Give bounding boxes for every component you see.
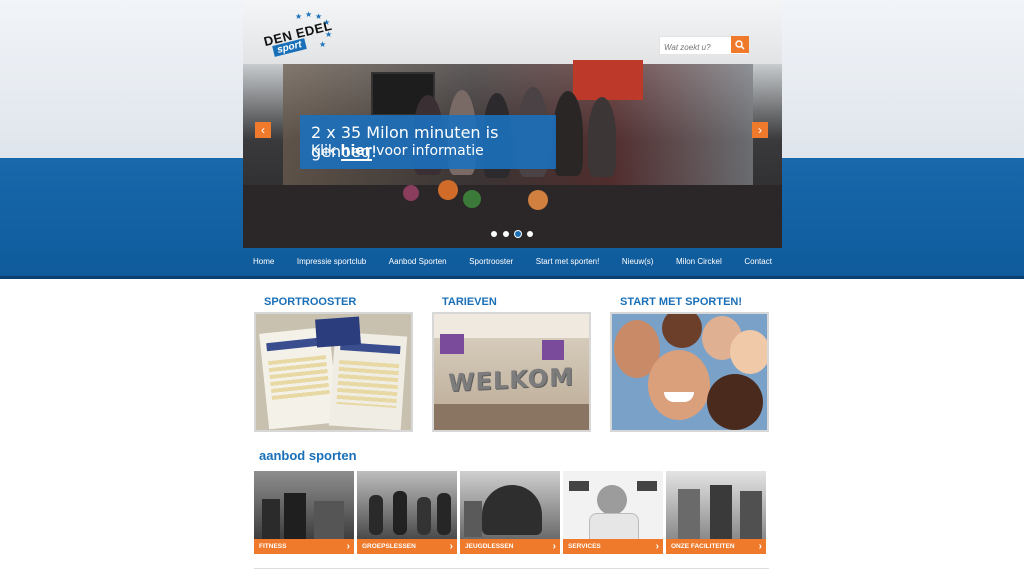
feature-title: TARIEVEN xyxy=(442,296,497,308)
feature-title: SPORTROOSTER xyxy=(264,296,357,308)
chevron-right-icon: › xyxy=(758,541,762,552)
tile-services[interactable]: SERVICES › xyxy=(563,471,663,554)
slider-dot-4[interactable] xyxy=(527,231,533,237)
aanbod-heading: aanbod sporten xyxy=(259,448,357,463)
feature-title: START MET SPORTEN! xyxy=(620,296,743,308)
nav-aanbod-sporten[interactable]: Aanbod Sporten xyxy=(389,257,447,271)
slider-dot-3-active[interactable] xyxy=(515,231,521,237)
tile-groepslessen[interactable]: GROEPSLESSEN › xyxy=(357,471,457,554)
slider-next-button[interactable]: › xyxy=(752,122,768,138)
feature-tarieven[interactable]: TARIEVEN WELKOM xyxy=(432,296,591,432)
nav-start-met-sporten[interactable]: Start met sporten! xyxy=(536,257,600,271)
chevron-left-icon: ‹ xyxy=(261,123,265,137)
tile-image xyxy=(357,471,457,539)
hero-slider[interactable]: ★ ★ ★ ★ ★ ★ DEN EDEL sport ‹ › 2 x 3 xyxy=(243,0,782,248)
chevron-right-icon: › xyxy=(655,541,659,552)
star-icon: ★ xyxy=(295,12,303,21)
feature-image-schedule[interactable] xyxy=(254,312,413,432)
search-box xyxy=(659,36,749,55)
page-container: ★ ★ ★ ★ ★ ★ DEN EDEL sport ‹ › 2 x 3 xyxy=(243,0,782,578)
tile-label: ONZE FACILITEITEN › xyxy=(666,539,766,554)
slider-dot-1[interactable] xyxy=(491,231,497,237)
feature-image-smiling-group[interactable] xyxy=(610,312,769,432)
tile-onze-faciliteiten[interactable]: ONZE FACILITEITEN › xyxy=(666,471,766,554)
tile-label: JEUGDLESSEN › xyxy=(460,539,560,554)
nav-nieuws[interactable]: Nieuw(s) xyxy=(622,257,654,271)
slider-dots xyxy=(491,231,533,237)
chevron-right-icon: › xyxy=(758,123,762,137)
chevron-right-icon: › xyxy=(449,541,453,552)
star-icon: ★ xyxy=(305,10,313,19)
den-edel-logo[interactable]: ★ ★ ★ ★ ★ ★ DEN EDEL sport xyxy=(257,8,337,57)
tile-label: SERVICES › xyxy=(563,539,663,554)
tile-fitness[interactable]: FITNESS › xyxy=(254,471,354,554)
search-input[interactable] xyxy=(660,40,734,55)
tile-image xyxy=(666,471,766,539)
main-navigation: Home Impressie sportclub Aanbod Sporten … xyxy=(243,257,782,271)
search-button[interactable] xyxy=(731,36,749,53)
nav-contact[interactable]: Contact xyxy=(744,257,772,271)
caption-link-hier[interactable]: hier xyxy=(340,143,372,161)
chevron-right-icon: › xyxy=(346,541,350,552)
footer-divider xyxy=(254,568,769,569)
caption-subline: Klik hier voor informatie xyxy=(311,143,484,161)
feature-sportrooster[interactable]: SPORTROOSTER xyxy=(254,296,413,432)
slider-caption[interactable]: 2 x 35 Milon minuten is genoeg! Klik hie… xyxy=(300,115,556,169)
nav-sportrooster[interactable]: Sportrooster xyxy=(469,257,513,271)
nav-home[interactable]: Home xyxy=(253,257,274,271)
tile-label: FITNESS › xyxy=(254,539,354,554)
search-icon xyxy=(735,39,745,50)
chevron-right-icon: › xyxy=(552,541,556,552)
tile-label: GROEPSLESSEN › xyxy=(357,539,457,554)
tile-image xyxy=(254,471,354,539)
nav-milon-circkel[interactable]: Milon Circkel xyxy=(676,257,722,271)
feature-start-met-sporten[interactable]: START MET SPORTEN! xyxy=(610,296,769,432)
feature-image-welkom[interactable]: WELKOM xyxy=(432,312,591,432)
tile-jeugdlessen[interactable]: JEUGDLESSEN › xyxy=(460,471,560,554)
nav-impressie-sportclub[interactable]: Impressie sportclub xyxy=(297,257,366,271)
slider-dot-2[interactable] xyxy=(503,231,509,237)
aanbod-tiles: FITNESS › GROEPSLESSEN › JEUGDLESSEN › S… xyxy=(254,471,769,554)
tile-image xyxy=(460,471,560,539)
star-icon: ★ xyxy=(319,40,327,49)
slider-prev-button[interactable]: ‹ xyxy=(255,122,271,138)
tile-image xyxy=(563,471,663,539)
